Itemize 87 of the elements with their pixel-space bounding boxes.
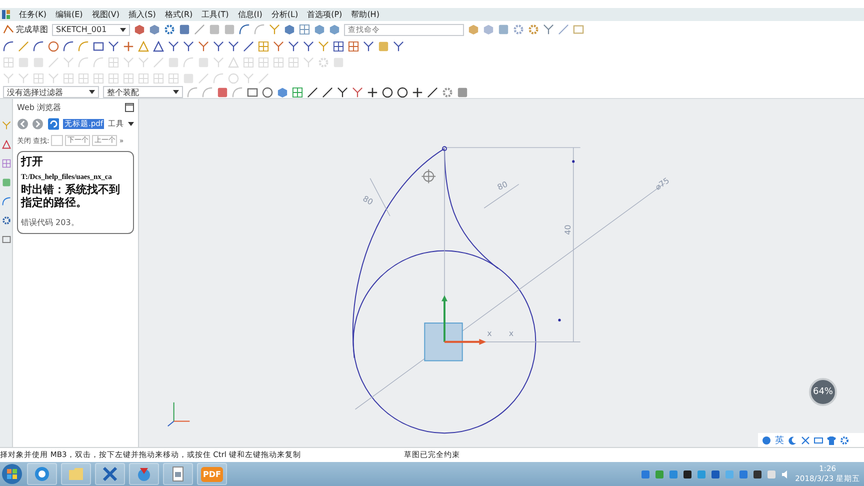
browser-icon [34, 466, 50, 482]
menu-item[interactable]: 首选项(P) [307, 9, 342, 20]
line-icon[interactable] [243, 40, 254, 52]
circle-icon[interactable] [397, 86, 408, 98]
menu-item[interactable]: 信息(I) [238, 9, 262, 20]
network-meter: 64% [809, 378, 837, 406]
caret-icon [128, 122, 134, 126]
gear-icon[interactable] [513, 24, 524, 35]
arc-icon[interactable] [239, 24, 250, 35]
grid-icon[interactable] [292, 86, 303, 98]
shirt-icon[interactable] [827, 436, 836, 444]
caret-icon [120, 28, 126, 32]
document-taskbar-button[interactable] [163, 463, 193, 485]
grid-icon[interactable] [333, 40, 344, 52]
app-logo-icon[interactable] [2, 10, 10, 19]
line-icon[interactable] [307, 86, 318, 98]
gear-icon[interactable] [442, 86, 453, 98]
circle-icon[interactable] [262, 86, 273, 98]
moon-icon[interactable] [788, 436, 797, 444]
gear-icon[interactable] [2, 216, 10, 225]
nx-taskbar-button[interactable] [95, 463, 125, 485]
triangle-icon[interactable] [153, 40, 164, 52]
maximize-icon[interactable] [125, 103, 134, 112]
square-icon[interactable] [209, 24, 220, 35]
assembly-scope-dropdown[interactable]: 整个装配 [103, 86, 183, 98]
grid-icon[interactable] [348, 40, 359, 52]
dimension-label: 40 [563, 224, 572, 235]
caret-icon [173, 90, 179, 94]
menu-item[interactable]: 格式(R) [164, 9, 193, 20]
plus-icon[interactable] [367, 86, 378, 98]
finish-sketch-button[interactable]: 完成草图 [3, 24, 48, 35]
grid-icon[interactable] [299, 24, 310, 35]
square-icon[interactable] [179, 24, 190, 35]
sketch-name-dropdown[interactable]: SKETCH_001 [52, 24, 130, 36]
forward-icon[interactable] [32, 118, 44, 130]
square-icon[interactable] [2, 178, 10, 187]
cross-icon [102, 466, 118, 482]
caret-icon [89, 90, 95, 94]
line-icon[interactable] [427, 86, 438, 98]
arc-icon[interactable] [2, 197, 10, 206]
menu-item[interactable]: 任务(K) [19, 9, 46, 20]
menu-item[interactable]: 工具(T) [202, 9, 229, 20]
start-button[interactable] [1, 463, 23, 485]
back-icon[interactable] [17, 118, 28, 130]
globe-taskbar-button[interactable] [129, 463, 159, 485]
panel-title: Web 浏览器 [17, 102, 61, 113]
refresh-icon[interactable] [48, 118, 60, 130]
square-icon[interactable] [217, 86, 228, 98]
square-icon[interactable] [457, 86, 468, 98]
grid-icon[interactable] [2, 159, 10, 168]
square-icon[interactable] [224, 24, 235, 35]
sketch-icon [3, 24, 14, 35]
gear-icon[interactable] [528, 24, 539, 35]
folder-icon [68, 466, 84, 482]
crosshair-icon [421, 168, 436, 184]
menu-item[interactable]: 分析(L) [271, 9, 298, 20]
plus-icon[interactable] [412, 86, 423, 98]
browser-taskbar-button[interactable] [27, 463, 57, 485]
arc-icon[interactable] [63, 40, 74, 52]
circle-icon[interactable] [382, 86, 393, 98]
find-field[interactable] [51, 135, 64, 146]
error-code: 错误代码 203。 [21, 217, 80, 229]
arc-icon[interactable] [3, 40, 14, 52]
menu-item[interactable]: 视图(V) [92, 9, 120, 20]
menu-item[interactable]: 帮助(H) [351, 9, 380, 20]
rectangle-icon[interactable] [247, 86, 258, 98]
language-toggle[interactable]: 英 [775, 434, 784, 446]
error-text: 时出错：系统找不到指定的路径。 [21, 184, 121, 210]
document-icon [170, 466, 186, 482]
message-heading: 打开 [21, 156, 44, 169]
axis-label: x [487, 328, 492, 338]
gear-icon[interactable] [164, 24, 175, 35]
menu-item[interactable]: 编辑(E) [56, 9, 83, 20]
selection-filter-dropdown[interactable]: 没有选择过滤器 [3, 86, 99, 98]
datum-csys-drawing [424, 295, 486, 362]
triad-icon [167, 402, 190, 427]
square-icon[interactable] [378, 40, 389, 52]
settings-icon[interactable] [840, 436, 849, 444]
arc-icon[interactable] [33, 40, 44, 52]
line-icon[interactable] [322, 86, 333, 98]
menu-item[interactable]: 插入(S) [128, 9, 156, 20]
axis-label: x [508, 328, 514, 338]
square-icon[interactable] [498, 24, 509, 35]
triangle-icon[interactable] [2, 140, 10, 149]
globe-icon [136, 466, 152, 482]
rectangle-icon[interactable] [2, 235, 10, 244]
rectangle-icon[interactable] [93, 40, 104, 52]
